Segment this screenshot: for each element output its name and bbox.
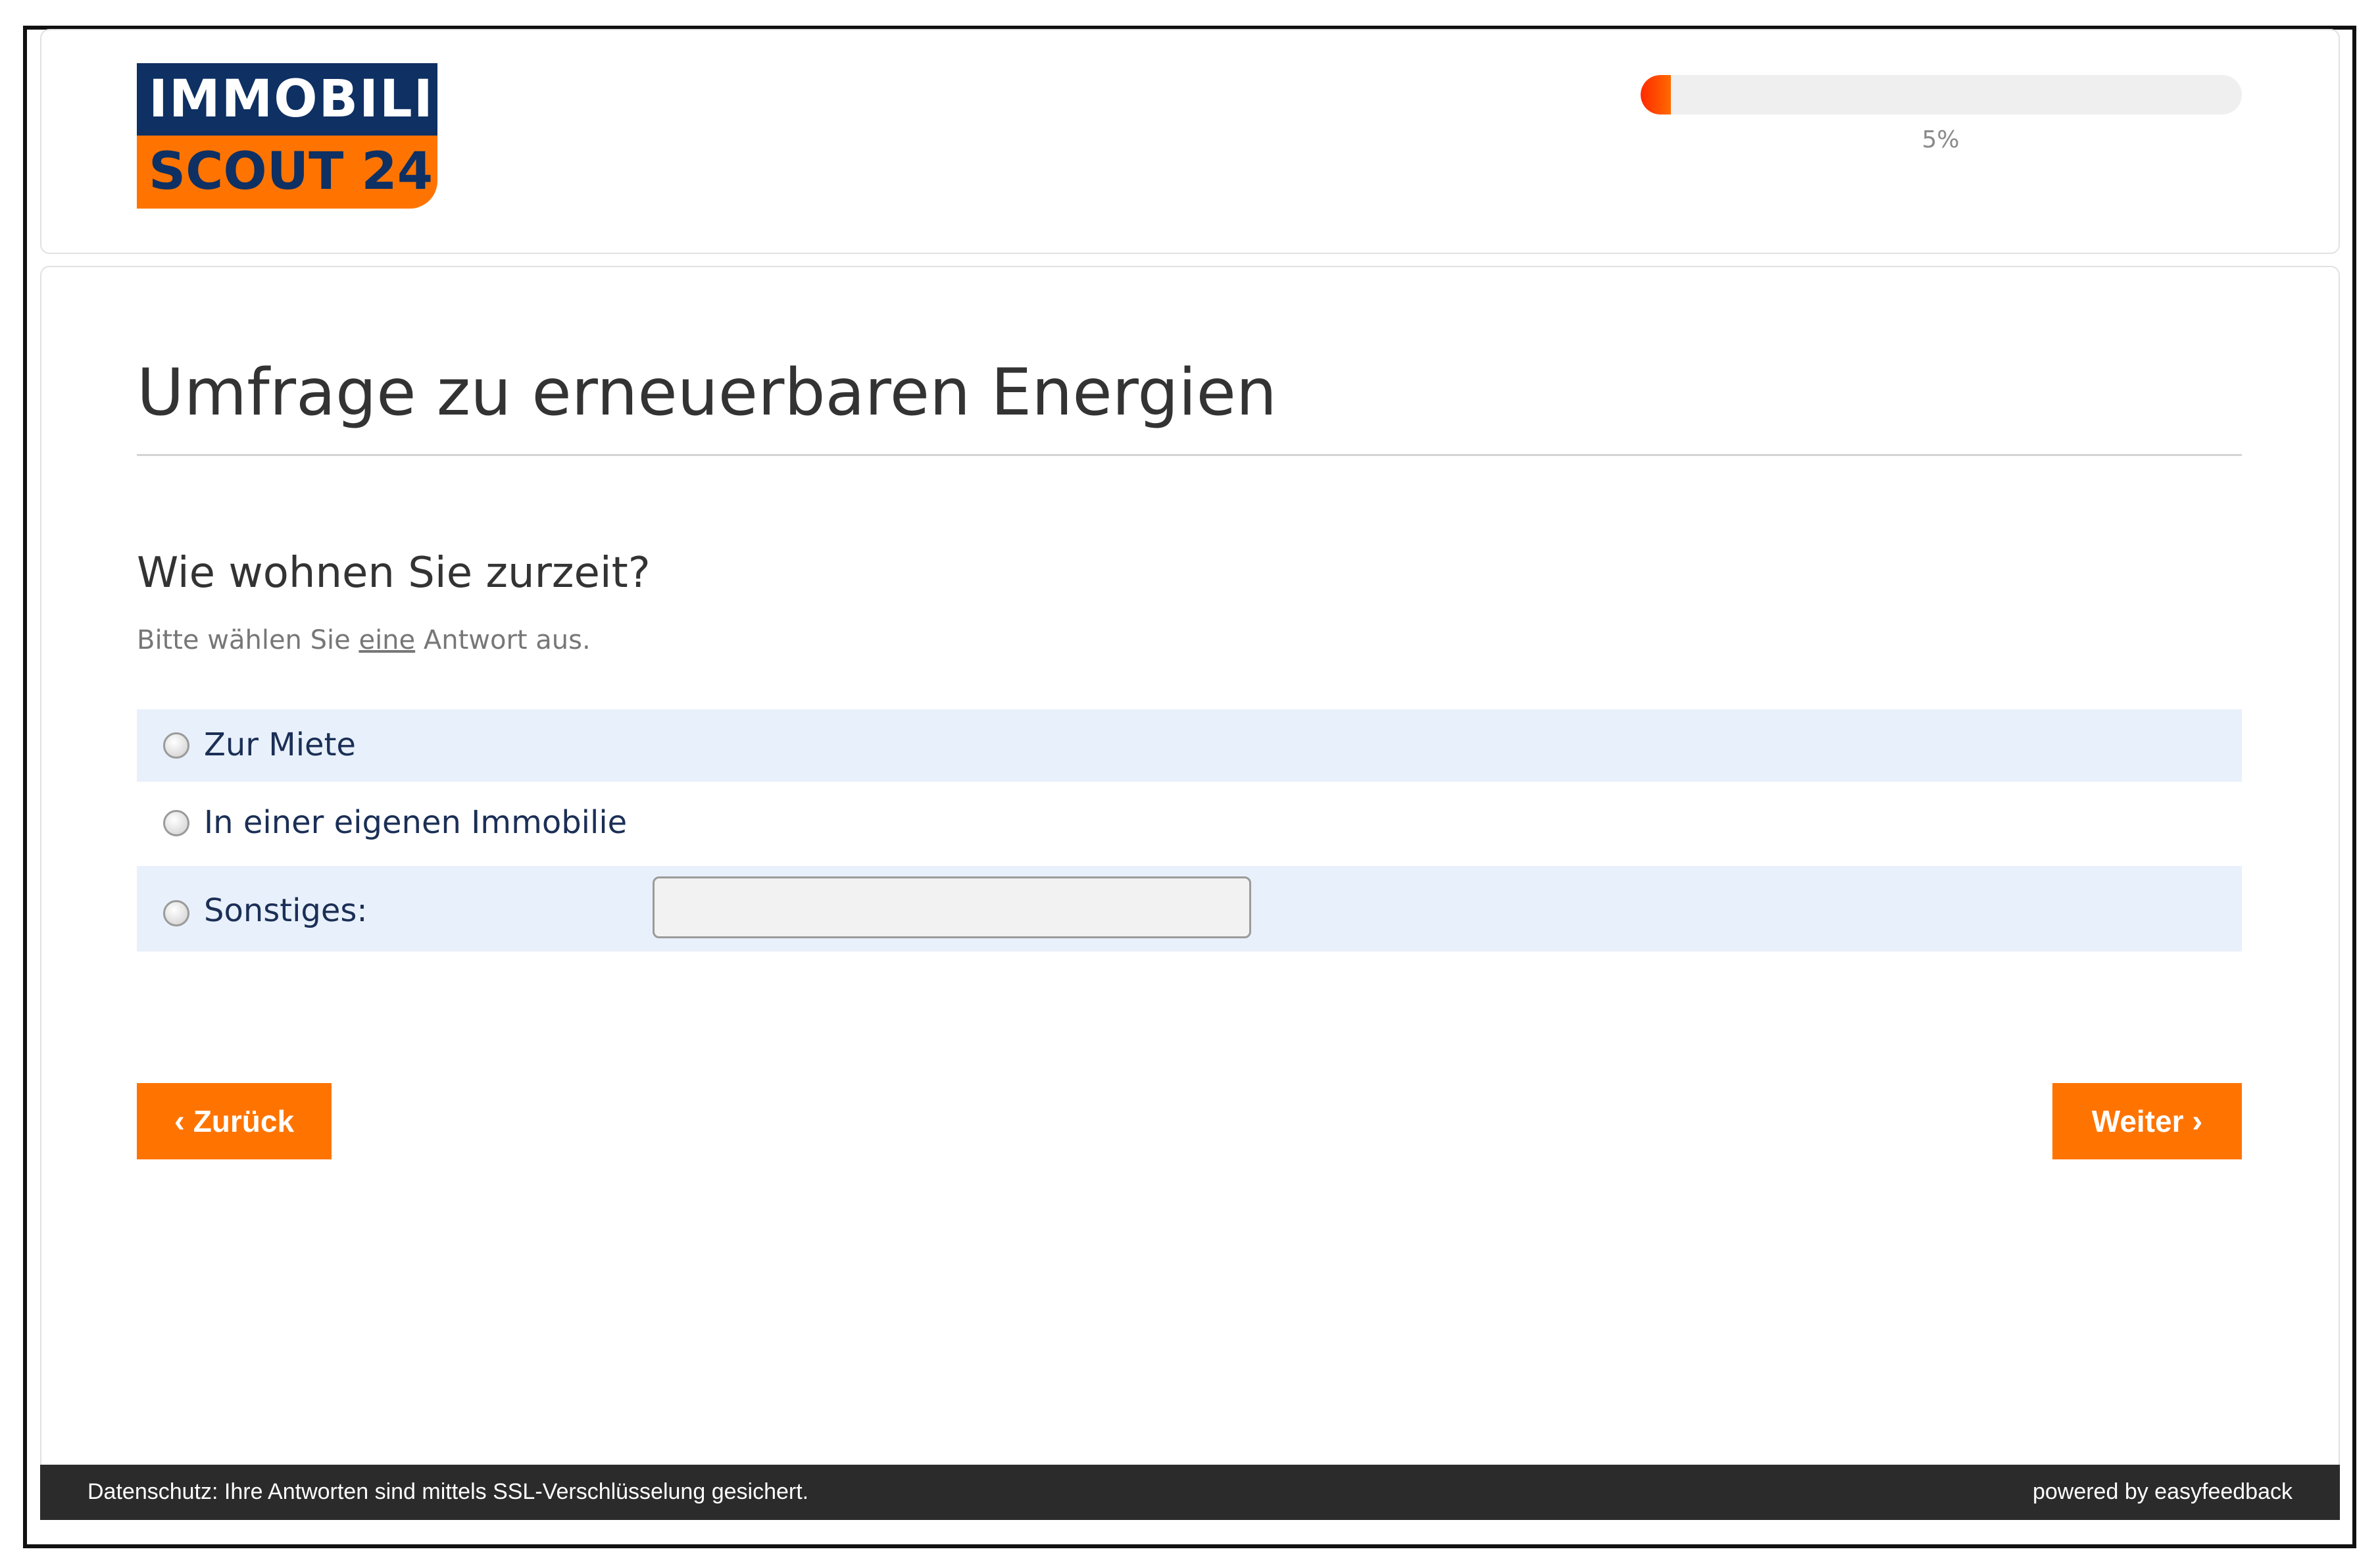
immobilienscout24-logo[interactable]: IMMOBILIEN SCOUT 24 (137, 63, 513, 209)
radio-eigene-immobilie[interactable] (163, 810, 189, 836)
sonstiges-input[interactable] (653, 876, 1251, 938)
option-row-zur-miete[interactable]: Zur Miete (137, 709, 2242, 782)
question-hint: Bitte wählen Sie eine Antwort aus. (137, 625, 591, 655)
logo-line-1: IMMOBILIEN (137, 63, 513, 136)
next-button-label: Weiter (2091, 1104, 2184, 1138)
chevron-left-icon: ‹ (174, 1103, 185, 1139)
powered-by-link[interactable]: powered by easyfeedback (2033, 1479, 2293, 1505)
option-label-zur-miete[interactable]: Zur Miete (204, 726, 356, 763)
hint-text-after: Antwort aus. (415, 625, 591, 655)
survey-title: Umfrage zu erneuerbaren Energien (137, 355, 1277, 430)
hint-text-before: Bitte wählen Sie (137, 625, 359, 655)
question-text: Wie wohnen Sie zurzeit? (137, 549, 651, 597)
progress-bar (1641, 75, 2242, 114)
option-label-eigene-immobilie[interactable]: In einer eigenen Immobilie (204, 804, 627, 841)
radio-sonstiges[interactable] (163, 900, 189, 926)
back-button-label: Zurück (193, 1104, 295, 1138)
next-button[interactable]: Weiter › (2052, 1083, 2242, 1159)
option-row-eigene-immobilie[interactable]: In einer eigenen Immobilie (137, 787, 2242, 859)
back-button[interactable]: ‹ Zurück (137, 1083, 332, 1159)
chevron-right-icon: › (2192, 1103, 2203, 1139)
privacy-notice: Datenschutz: Ihre Antworten sind mittels… (87, 1479, 809, 1504)
hint-emphasis: eine (359, 625, 416, 655)
option-label-sonstiges[interactable]: Sonstiges: (204, 892, 368, 929)
title-divider (137, 454, 2242, 456)
logo-line-2: SCOUT 24 (137, 136, 437, 209)
footer-bar: Datenschutz: Ihre Antworten sind mittels… (40, 1465, 2340, 1520)
radio-zur-miete[interactable] (163, 732, 189, 759)
progress-label: 5% (1921, 126, 1960, 153)
